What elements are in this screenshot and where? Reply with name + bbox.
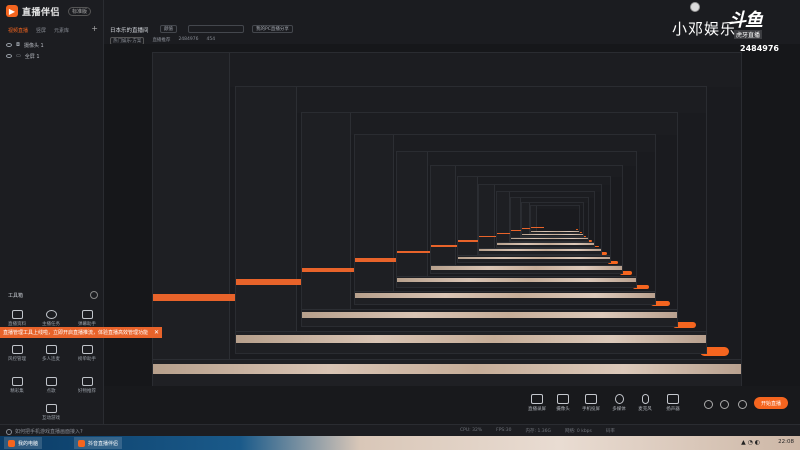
chat-icon (81, 310, 93, 319)
platform-logo: 斗鱼 虎牙直播 (728, 10, 763, 39)
add-scene-plus-icon[interactable]: + (91, 24, 98, 33)
bag-icon (81, 377, 93, 386)
cpu-stat: CPU: 32% (460, 428, 483, 433)
tool-rankings[interactable]: 榜单助手 (72, 345, 102, 367)
music-icon (45, 377, 57, 386)
control-microphone[interactable]: 麦克风 (630, 394, 660, 412)
shield-icon (11, 345, 23, 354)
camera-icon: ◘ (16, 42, 20, 48)
performance-stats: CPU: 32% FPS:30 内存: 1.36G 网络: 0 kbps 码率 (460, 428, 615, 434)
toolbox-title: 工具箱 (8, 293, 24, 299)
question-icon (6, 428, 12, 435)
control-speaker[interactable]: 扬声器 (658, 394, 688, 412)
room-title[interactable]: 日本乐的直播间 (110, 26, 149, 34)
game-icon (45, 404, 57, 413)
speaker-icon (667, 394, 679, 404)
control-camera[interactable]: 摄像头 (548, 394, 578, 412)
tool-goods[interactable]: 好物推荐 (72, 377, 102, 399)
mic-icon (641, 394, 649, 404)
monitor-icon (531, 394, 543, 404)
streamer-name: 小邓娱乐 (672, 20, 737, 38)
source-label: 摄像头 1 (23, 42, 44, 49)
os-taskbar: 我的电脑 抖音直播伴侣 ▲ ◔ ◐ 22:08 (0, 436, 800, 450)
clip-icon (11, 377, 23, 386)
control-phone-cast[interactable]: 手机投屏 (576, 394, 606, 412)
tool-highlights[interactable]: 精彩集 (2, 377, 32, 399)
taskbar-item-computer[interactable]: 我的电脑 (4, 437, 43, 449)
left-panel: ▶ 直播伴侣 标准版 视频直播 竖屏 元素库 + ◘ 摄像头 1 ▭ 全屏 1 … (0, 0, 104, 424)
phone-icon (585, 394, 597, 404)
tool-multi-link[interactable]: 多人连麦 (36, 345, 66, 367)
source-item-display[interactable]: ▭ 全屏 1 (6, 51, 40, 61)
close-icon[interactable]: ✕ (154, 329, 159, 336)
tool-games[interactable]: 互动游戏 (36, 404, 66, 426)
taskbar-item-live-app[interactable]: 抖音直播伴侣 (74, 437, 123, 449)
network-stat: 网络: 0 kbps (564, 429, 592, 434)
live-preview[interactable] (104, 44, 800, 386)
record-icon[interactable] (704, 400, 713, 409)
user-icon (45, 310, 57, 319)
tab-vertical[interactable]: 竖屏 (36, 27, 46, 34)
gift-icon (81, 345, 93, 354)
eye-icon[interactable] (6, 54, 12, 58)
eye-icon[interactable] (6, 43, 12, 47)
tab-elements[interactable]: 元素库 (54, 27, 69, 34)
avatar[interactable] (690, 2, 700, 12)
camera-icon (557, 394, 569, 404)
start-live-button[interactable]: 开始直播 (754, 397, 788, 409)
nested-preview-frame (529, 205, 581, 234)
folder-icon (8, 439, 15, 447)
source-label: 全屏 1 (24, 53, 40, 60)
room-id: 2484976 (740, 44, 779, 53)
app-logo: ▶ 直播伴侣 标准版 (6, 4, 92, 18)
tool-songs[interactable]: 点歌 (36, 377, 66, 399)
help-question[interactable]: 如何把手机游戏直播画面接入? (6, 428, 83, 435)
monitor-icon: ▭ (16, 53, 21, 59)
nested-tip-banner (530, 226, 545, 228)
toolbox-settings-icon[interactable] (90, 291, 98, 299)
source-item-camera[interactable]: ◘ 摄像头 1 (6, 40, 44, 50)
category-chip[interactable]: 颜值 (160, 25, 177, 33)
app-icon (78, 439, 85, 447)
scene-tabs: 视频直播 竖屏 元素库 + (0, 24, 104, 36)
app-badge: 标准版 (68, 6, 92, 16)
document-icon (11, 310, 23, 319)
play-icon (614, 394, 624, 404)
memory-stat: 内存: 1.36G (525, 429, 551, 434)
tool-risk-control[interactable]: 风控管理 (2, 345, 32, 367)
tip-banner[interactable]: 直播管理工具上线啦，立即开启直播推流，体验直播高效管理功能 ✕ (0, 327, 162, 338)
status-bar: 如何把手机游戏直播画面接入? CPU: 32% FPS:30 内存: 1.36G… (0, 424, 800, 436)
tab-video-live[interactable]: 视频直播 (8, 27, 28, 34)
fps-stat: FPS:30 (496, 428, 512, 433)
edit-field[interactable] (188, 25, 244, 33)
share-chip[interactable]: 我的PC直播分享 (252, 25, 293, 33)
app-name: 直播伴侣 (22, 7, 61, 18)
app-logo-icon: ▶ (6, 5, 18, 17)
settings-icon[interactable] (738, 400, 747, 409)
clock: 22:08 (778, 439, 794, 445)
bitrate-stat: 码率 (605, 429, 615, 434)
system-tray-icons[interactable]: ▲ ◔ ◐ (741, 439, 760, 446)
people-icon (45, 345, 57, 354)
help-icon[interactable] (720, 400, 729, 409)
